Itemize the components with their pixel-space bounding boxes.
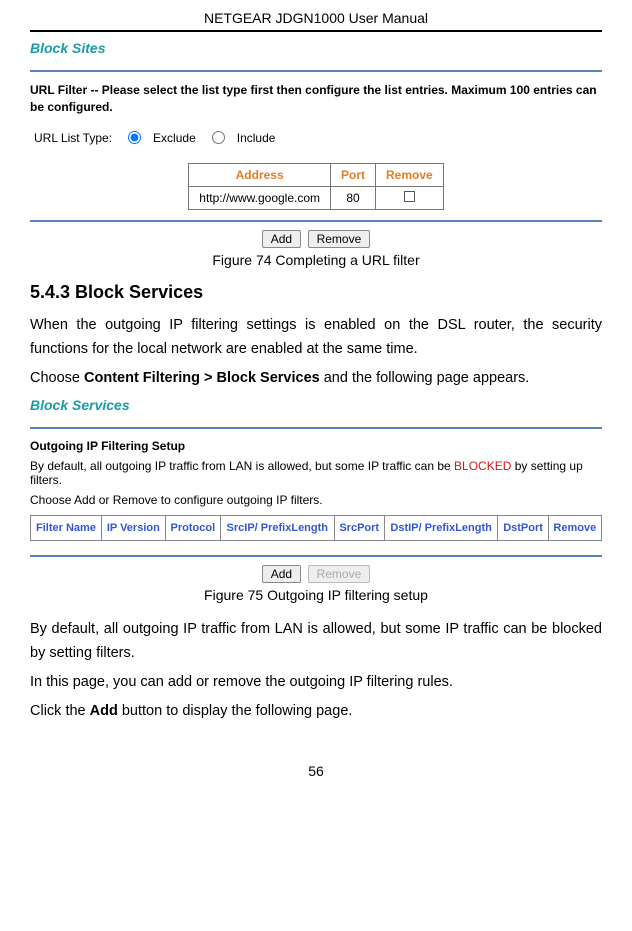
th-remove: Remove [376, 163, 444, 186]
para-after-1: By default, all outgoing IP traffic from… [30, 617, 602, 666]
desc-pre: By default, all outgoing IP traffic from… [30, 459, 454, 473]
cell-port: 80 [331, 186, 376, 209]
blocked-text: BLOCKED [454, 459, 511, 473]
button-row: Add Remove [30, 230, 602, 248]
figure-74-caption: Figure 74 Completing a URL filter [30, 252, 602, 268]
para3-bold: Add [90, 703, 118, 719]
divider [30, 555, 602, 557]
para-2: Choose Content Filtering > Block Service… [30, 366, 602, 391]
doc-header: NETGEAR JDGN1000 User Manual [30, 10, 602, 32]
th-address: Address [189, 163, 331, 186]
th-remove: Remove [548, 515, 601, 540]
para3-pre: Click the [30, 703, 90, 719]
block-services-title: Block Services [30, 397, 602, 413]
url-list-type-row: URL List Type: Exclude Include [34, 131, 602, 145]
th-srcport: SrcPort [334, 515, 384, 540]
para-after-2: In this page, you can add or remove the … [30, 670, 602, 695]
url-list-type-label: URL List Type: [34, 131, 112, 145]
para-2-post: and the following page appears. [320, 370, 530, 386]
section-heading-543: 5.4.3 Block Services [30, 282, 602, 303]
add-button[interactable]: Add [262, 565, 301, 583]
url-filter-instruction: URL Filter -- Please select the list typ… [30, 82, 602, 117]
para-2-pre: Choose [30, 370, 84, 386]
th-srcip: SrcIP/ PrefixLength [220, 515, 334, 540]
block-sites-title: Block Sites [30, 40, 602, 56]
th-port: Port [331, 163, 376, 186]
remove-button[interactable]: Remove [308, 230, 371, 248]
th-dstport: DstPort [498, 515, 548, 540]
ip-filter-table: Filter Name IP Version Protocol SrcIP/ P… [30, 515, 602, 541]
th-dstip: DstIP/ PrefixLength [384, 515, 498, 540]
button-row: Add Remove [30, 565, 602, 583]
para-1: When the outgoing IP filtering settings … [30, 313, 602, 362]
url-filter-table: Address Port Remove http://www.google.co… [188, 163, 443, 210]
divider [30, 70, 602, 72]
radio-exclude[interactable] [128, 131, 141, 144]
cell-remove [376, 186, 444, 209]
th-filter-name: Filter Name [31, 515, 102, 540]
table-header-row: Address Port Remove [189, 163, 443, 186]
table-row: http://www.google.com 80 [189, 186, 443, 209]
table-header-row: Filter Name IP Version Protocol SrcIP/ P… [31, 515, 602, 540]
remove-button-disabled: Remove [308, 565, 371, 583]
th-ip-version: IP Version [101, 515, 165, 540]
outgoing-ip-title: Outgoing IP Filtering Setup [30, 439, 602, 453]
cell-address: http://www.google.com [189, 186, 331, 209]
divider [30, 427, 602, 429]
para-2-bold: Content Filtering > Block Services [84, 370, 320, 386]
radio-include[interactable] [212, 131, 225, 144]
choose-text: Choose Add or Remove to configure outgoi… [30, 493, 602, 507]
th-protocol: Protocol [165, 515, 220, 540]
divider [30, 220, 602, 222]
remove-checkbox[interactable] [404, 191, 415, 202]
radio-include-label: Include [237, 131, 276, 145]
radio-exclude-label: Exclude [153, 131, 196, 145]
outgoing-ip-desc: By default, all outgoing IP traffic from… [30, 459, 602, 487]
page-number: 56 [30, 763, 602, 779]
add-button[interactable]: Add [262, 230, 301, 248]
figure-75-caption: Figure 75 Outgoing IP filtering setup [30, 587, 602, 603]
para3-post: button to display the following page. [118, 703, 353, 719]
para-after-3: Click the Add button to display the foll… [30, 699, 602, 724]
